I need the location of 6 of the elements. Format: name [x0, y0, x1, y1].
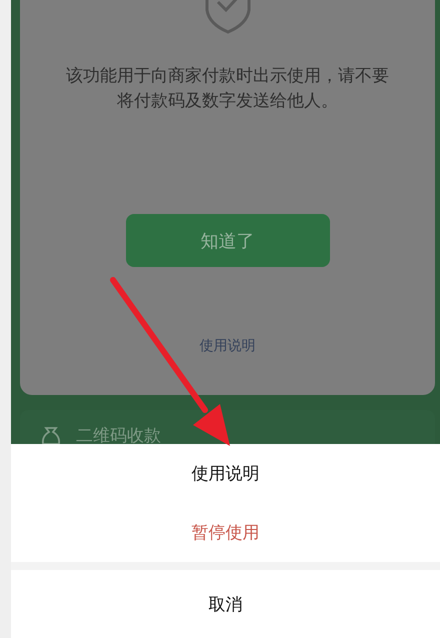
help-link[interactable]: 使用说明 — [200, 337, 256, 355]
confirm-button[interactable]: 知道了 — [126, 214, 330, 267]
row-label: 二维码收款 — [76, 425, 161, 447]
notice-text: 该功能用于向商家付款时出示使用，请不要将付款码及数字发送给他人。 — [65, 65, 390, 113]
shield-check-icon — [202, 0, 252, 34]
bag-icon — [40, 424, 62, 446]
